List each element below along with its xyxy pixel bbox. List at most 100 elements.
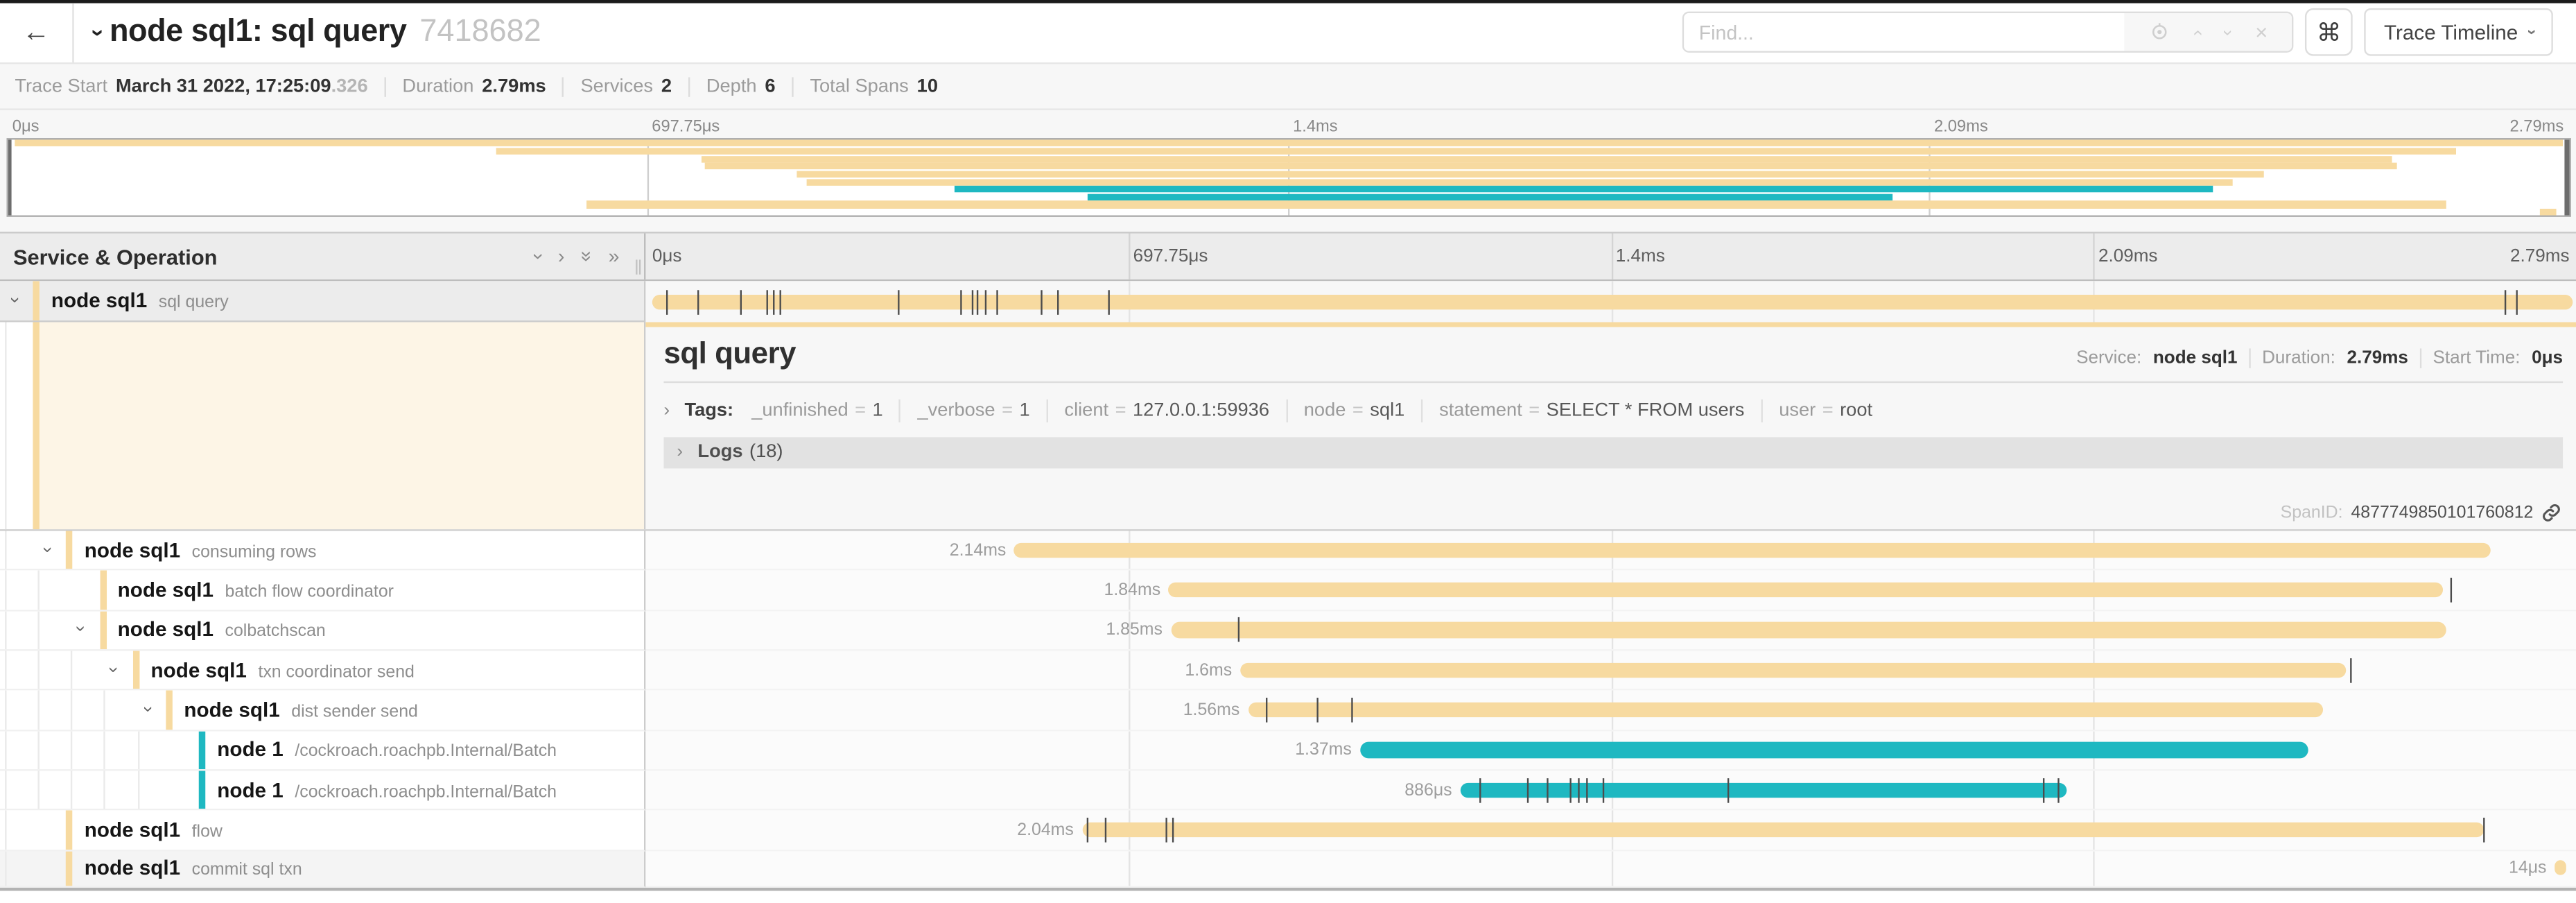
span-duration-bar[interactable]: [1169, 583, 2443, 598]
span-duration-bar[interactable]: [652, 294, 2573, 309]
collapse-trace-header-icon[interactable]: ›: [95, 19, 103, 46]
span-name-column[interactable]: node 1/cockroach.roachpb.Internal/Batch: [0, 731, 645, 771]
span-duration-bar[interactable]: [2555, 861, 2566, 876]
summary-label: Total Spans: [810, 77, 908, 96]
span-duration-bar[interactable]: [1248, 703, 2323, 718]
span-timeline-cell[interactable]: 2.04ms: [645, 811, 2576, 851]
span-timeline-cell[interactable]: 1.85ms: [645, 611, 2576, 651]
span-timeline-cell[interactable]: 1.37ms: [645, 731, 2576, 771]
collapse-one-icon[interactable]: ›: [527, 253, 550, 259]
minimap-drag-handle-right[interactable]: [2565, 139, 2568, 216]
span-row[interactable]: node 1/cockroach.roachpb.Internal/Batch 1…: [0, 731, 2576, 771]
span-log-marker: [1351, 698, 1352, 723]
span-name-column[interactable]: node sql1flow: [0, 811, 645, 851]
span-row[interactable]: › node sql1sql query: [0, 282, 2576, 322]
trace-view-selector[interactable]: Trace Timeline ›: [2365, 9, 2553, 57]
span-timeline-cell[interactable]: 1.6ms: [645, 651, 2576, 691]
span-detail-title: sql query: [663, 335, 796, 371]
find-prev-icon[interactable]: ›: [2188, 30, 2207, 36]
minimap-canvas[interactable]: [6, 138, 2570, 218]
keyboard-shortcuts-button[interactable]: ⌘: [2305, 9, 2353, 57]
span-expander-icon[interactable]: ›: [44, 540, 51, 559]
minimap-drag-handle-left[interactable]: [8, 139, 11, 216]
span-name-column[interactable]: › node sql1 consuming rows: [0, 531, 645, 571]
span-row[interactable]: node 1/cockroach.roachpb.Internal/Batch8…: [0, 771, 2576, 811]
expand-one-icon[interactable]: ›: [558, 245, 564, 268]
span-row[interactable]: › node sql1dist sender send 1.56ms: [0, 691, 2576, 731]
detail-meta-label: Duration:: [2262, 348, 2335, 368]
span-duration-bar[interactable]: [1014, 542, 2491, 558]
span-duration-bar[interactable]: [1360, 742, 2308, 757]
span-timeline-cell[interactable]: 1.84ms: [645, 571, 2576, 611]
logs-row[interactable]: › Logs (18): [663, 437, 2563, 469]
span-duration-bar[interactable]: [1082, 822, 2484, 837]
service-name: node sql1: [85, 539, 180, 562]
operation-name: dist sender send: [291, 702, 418, 721]
span-row[interactable]: node sql1commit sql txn14μs: [0, 850, 2576, 891]
span-name-column[interactable]: node sql1commit sql txn: [0, 850, 645, 887]
collapse-all-icon[interactable]: »: [575, 251, 598, 262]
span-name-column[interactable]: node 1/cockroach.roachpb.Internal/Batch: [0, 771, 645, 811]
span-timeline-cell[interactable]: [645, 282, 2576, 322]
span-duration-bar[interactable]: [1460, 782, 2066, 798]
tag-key: _unfinished: [751, 400, 848, 420]
span-expander-icon[interactable]: ›: [11, 290, 17, 309]
divider: [562, 77, 564, 96]
span-log-marker: [697, 289, 698, 314]
span-expander-icon[interactable]: ›: [78, 619, 84, 639]
back-button[interactable]: ←: [0, 3, 74, 62]
span-duration-bar[interactable]: [1171, 623, 2447, 638]
span-duration-label: 2.04ms: [645, 820, 1073, 839]
find-clear-icon[interactable]: ×: [2255, 20, 2268, 45]
span-expander-icon[interactable]: ›: [110, 660, 116, 679]
find-next-icon[interactable]: ›: [2218, 30, 2238, 36]
tags-row[interactable]: › Tags: _unfinished=1_verbose=1client=12…: [663, 397, 2563, 424]
span-timeline-cell[interactable]: 1.56ms: [645, 691, 2576, 731]
span-color-bar: [166, 691, 172, 729]
span-timeline-cell[interactable]: 2.14ms: [645, 531, 2576, 571]
timeline-tick-label: 1.4ms: [1293, 119, 1338, 137]
span-name: node sql1sql query: [51, 289, 229, 312]
tags-expand-icon[interactable]: ›: [663, 400, 670, 420]
tag-key: client: [1064, 400, 1108, 420]
span-timeline-cell[interactable]: 886μs: [645, 771, 2576, 811]
span-row[interactable]: node sql1flow2.04ms: [0, 811, 2576, 851]
indent-guide-line: [5, 651, 6, 689]
span-log-marker: [2450, 578, 2451, 603]
span-name-column[interactable]: node sql1batch flow coordinator: [0, 571, 645, 611]
ruler-gridline: [2094, 233, 2095, 280]
operation-name: colbatchscan: [225, 622, 326, 642]
span-row[interactable]: node sql1batch flow coordinator1.84ms: [0, 571, 2576, 611]
indent-guide-line: [71, 771, 72, 809]
locate-span-icon[interactable]: [2149, 22, 2170, 43]
span-row[interactable]: ›node sql1txn coordinator send1.6ms: [0, 651, 2576, 691]
span-log-marker: [2504, 289, 2505, 314]
span-name-column[interactable]: ›node sql1txn coordinator send: [0, 651, 645, 691]
span-row[interactable]: › node sql1 consuming rows 2.14ms: [0, 531, 2576, 571]
span-detail-tint: [40, 322, 644, 530]
equals-sign: =: [855, 400, 866, 420]
minimap-axis: 0μs697.75μs1.4ms2.09ms2.79ms: [6, 111, 2570, 138]
span-name: node sql1dist sender send: [184, 698, 417, 721]
minimap-span: [496, 148, 2455, 155]
span-row[interactable]: ›node sql1colbatchscan1.85ms: [0, 611, 2576, 651]
expand-all-icon[interactable]: »: [609, 245, 620, 268]
span-name-column[interactable]: › node sql1sql query: [0, 282, 645, 322]
copy-link-icon[interactable]: [2541, 504, 2561, 523]
span-timeline-cell[interactable]: 14μs: [645, 850, 2576, 887]
column-resizer-handle[interactable]: [635, 260, 641, 275]
span-duration-bar[interactable]: [1240, 662, 2347, 678]
logs-expand-icon[interactable]: ›: [677, 442, 683, 462]
span-name-column[interactable]: › node sql1dist sender send: [0, 691, 645, 731]
tag-key: node: [1304, 400, 1346, 420]
divider: [1286, 399, 1287, 422]
find-input[interactable]: [1684, 14, 2124, 52]
span-name: node 1/cockroach.roachpb.Internal/Batch: [217, 739, 557, 762]
span-name-column[interactable]: ›node sql1colbatchscan: [0, 611, 645, 651]
span-expander-icon[interactable]: ›: [143, 699, 150, 719]
span-color-bar: [67, 850, 73, 885]
operation-name: consuming rows: [192, 542, 317, 562]
operation-name: txn coordinator send: [258, 662, 415, 681]
indent-guide-line: [38, 571, 40, 609]
service-name: node sql1: [118, 578, 214, 601]
